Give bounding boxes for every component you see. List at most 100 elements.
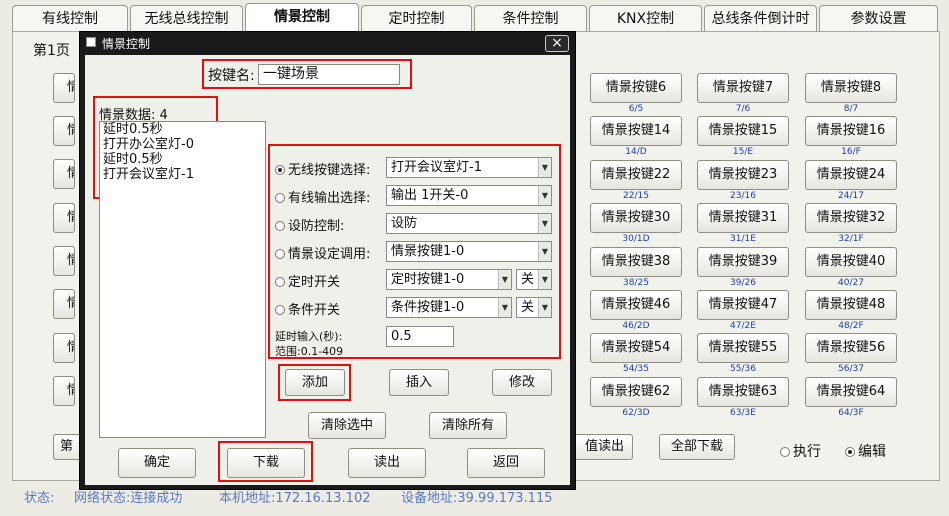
scene-button-label: 情景按键47 <box>708 297 778 312</box>
list-item[interactable]: 延时0.5秒 <box>100 152 265 167</box>
wired-output-select[interactable]: 输出 1开关-0 ▼ <box>386 185 552 206</box>
scene-button-label: 情景按键31 <box>708 210 778 225</box>
condition-switch-state-select[interactable]: 关 ▼ <box>516 297 552 318</box>
scene-button-left[interactable]: 情 <box>53 159 75 189</box>
scene-button[interactable]: 情景按键15 <box>697 116 789 146</box>
scene-button[interactable]: 情景按键56 <box>805 333 897 363</box>
insert-button[interactable]: 插入 <box>389 369 449 396</box>
scene-button[interactable]: 情景按键6 <box>590 73 682 103</box>
dialog-title: 情景控制 <box>102 37 151 51</box>
wireless-key-select[interactable]: 打开会议室灯-1 ▼ <box>386 157 552 178</box>
scene-button-left[interactable]: 情 <box>53 203 75 233</box>
scene-button-label: 情景按键63 <box>708 384 778 399</box>
clear-all-button[interactable]: 清除所有 <box>429 412 507 439</box>
scene-button-address: 24/17 <box>838 191 864 201</box>
radio-dot-icon <box>275 165 285 175</box>
clear-selected-button[interactable]: 清除选中 <box>308 412 386 439</box>
scene-button-address: 54/35 <box>623 364 649 374</box>
scene-button-left[interactable]: 情 <box>53 246 75 276</box>
scene-button-label: 情景按键30 <box>601 210 671 225</box>
scene-call-select[interactable]: 情景按键1-0 ▼ <box>386 241 552 262</box>
tab-knx-control[interactable]: KNX控制 <box>589 5 702 32</box>
tab-scene-control[interactable]: 情景控制 <box>245 3 359 33</box>
scene-button[interactable]: 情景按键22 <box>590 160 682 190</box>
close-icon[interactable]: × <box>545 35 569 52</box>
list-item[interactable]: 打开会议室灯-1 <box>100 167 265 182</box>
scene-button-left[interactable]: 情 <box>53 376 75 406</box>
scene-button-left[interactable]: 情 <box>53 116 75 146</box>
scene-button-address: 39/26 <box>730 278 756 288</box>
tab-wired-control[interactable]: 有线控制 <box>12 5 128 32</box>
scene-button[interactable]: 情景按键8 <box>805 73 897 103</box>
scene-button-left[interactable]: 情 <box>53 73 75 103</box>
delay-input[interactable]: 0.5 <box>386 326 454 347</box>
download-all-button[interactable]: 全部下载 <box>659 434 735 460</box>
download-button[interactable]: 下载 <box>227 448 305 478</box>
scene-button[interactable]: 情景按键64 <box>805 377 897 407</box>
key-name-input[interactable]: 一键场景 <box>258 64 400 85</box>
confirm-button[interactable]: 确定 <box>118 448 196 478</box>
value-read-button[interactable]: 值读出 <box>567 434 633 460</box>
back-button[interactable]: 返回 <box>467 448 545 478</box>
scene-button[interactable]: 情景按键23 <box>697 160 789 190</box>
scene-button[interactable]: 情景按键62 <box>590 377 682 407</box>
dialog-titlebar[interactable]: 情景控制 × <box>80 32 575 54</box>
tab-timer-control[interactable]: 定时控制 <box>361 5 472 32</box>
scene-button[interactable]: 情景按键7 <box>697 73 789 103</box>
scene-button-address: 64/3F <box>838 408 864 418</box>
scene-button[interactable]: 情景按键47 <box>697 290 789 320</box>
read-button[interactable]: 读出 <box>348 448 426 478</box>
scene-button[interactable]: 情景按键46 <box>590 290 682 320</box>
list-item[interactable]: 延时0.5秒 <box>100 122 265 137</box>
scene-button-address: 15/E <box>732 147 754 157</box>
scene-button-address: 46/2D <box>622 321 650 331</box>
tab-condition-control[interactable]: 条件控制 <box>474 5 587 32</box>
timer-switch-radio[interactable]: 定时开关 <box>275 271 340 290</box>
scene-button-label: 情景按键22 <box>601 167 671 182</box>
defense-control-select[interactable]: 设防 ▼ <box>386 213 552 234</box>
scene-data-list[interactable]: 延时0.5秒 打开办公室灯-0 延时0.5秒 打开会议室灯-1 <box>99 121 266 438</box>
scene-button[interactable]: 情景按键39 <box>697 247 789 277</box>
scene-button[interactable]: 情景按键16 <box>805 116 897 146</box>
wired-output-radio[interactable]: 有线输出选择: <box>275 187 370 206</box>
radio-dot-icon <box>275 277 285 287</box>
tab-bus-condition-countdown[interactable]: 总线条件倒计时 <box>704 5 817 32</box>
tab-bar: 有线控制 无线总线控制 情景控制 定时控制 条件控制 KNX控制 总线条件倒计时… <box>0 0 949 33</box>
scene-button-left[interactable]: 情 <box>53 289 75 319</box>
scene-button-address: 31/1E <box>730 234 756 244</box>
scene-button-label: 情景按键7 <box>712 80 774 95</box>
wireless-key-radio[interactable]: 无线按键选择: <box>275 159 370 178</box>
condition-switch-select[interactable]: 条件按键1-0 ▼ <box>386 297 512 318</box>
list-item[interactable]: 打开办公室灯-0 <box>100 137 265 152</box>
defense-control-radio[interactable]: 设防控制: <box>275 215 344 234</box>
tab-wireless-bus-control[interactable]: 无线总线控制 <box>130 5 243 32</box>
scene-button[interactable]: 情景按键30 <box>590 203 682 233</box>
scene-button-address: 22/15 <box>623 191 649 201</box>
scene-button[interactable]: 情景按键32 <box>805 203 897 233</box>
scene-button[interactable]: 情景按键55 <box>697 333 789 363</box>
key-name-label: 按键名: <box>208 68 255 84</box>
condition-switch-radio[interactable]: 条件开关 <box>275 299 340 318</box>
scene-button[interactable]: 情景按键40 <box>805 247 897 277</box>
mode-edit-radio[interactable]: 编辑 <box>845 441 886 461</box>
scene-button-address: 48/2F <box>838 321 864 331</box>
radio-dot-icon <box>275 193 285 203</box>
scene-call-radio[interactable]: 情景设定调用: <box>275 243 370 262</box>
scene-button-left[interactable]: 情 <box>53 333 75 363</box>
scene-button[interactable]: 情景按键63 <box>697 377 789 407</box>
add-button[interactable]: 添加 <box>285 369 345 396</box>
scene-button[interactable]: 情景按键48 <box>805 290 897 320</box>
tab-parameter-settings[interactable]: 参数设置 <box>819 5 938 32</box>
timer-switch-state-select[interactable]: 关 ▼ <box>516 269 552 290</box>
scene-button[interactable]: 情景按键31 <box>697 203 789 233</box>
scene-button[interactable]: 情景按键24 <box>805 160 897 190</box>
scene-button[interactable]: 情景按键38 <box>590 247 682 277</box>
mode-execute-radio[interactable]: 执行 <box>780 441 821 461</box>
page-label: 第1页 <box>33 43 70 59</box>
scene-button[interactable]: 情景按键14 <box>590 116 682 146</box>
scene-button-address: 23/16 <box>730 191 756 201</box>
modify-button[interactable]: 修改 <box>492 369 552 396</box>
timer-switch-select[interactable]: 定时按键1-0 ▼ <box>386 269 512 290</box>
scene-button[interactable]: 情景按键54 <box>590 333 682 363</box>
scene-button-address: 56/37 <box>838 364 864 374</box>
